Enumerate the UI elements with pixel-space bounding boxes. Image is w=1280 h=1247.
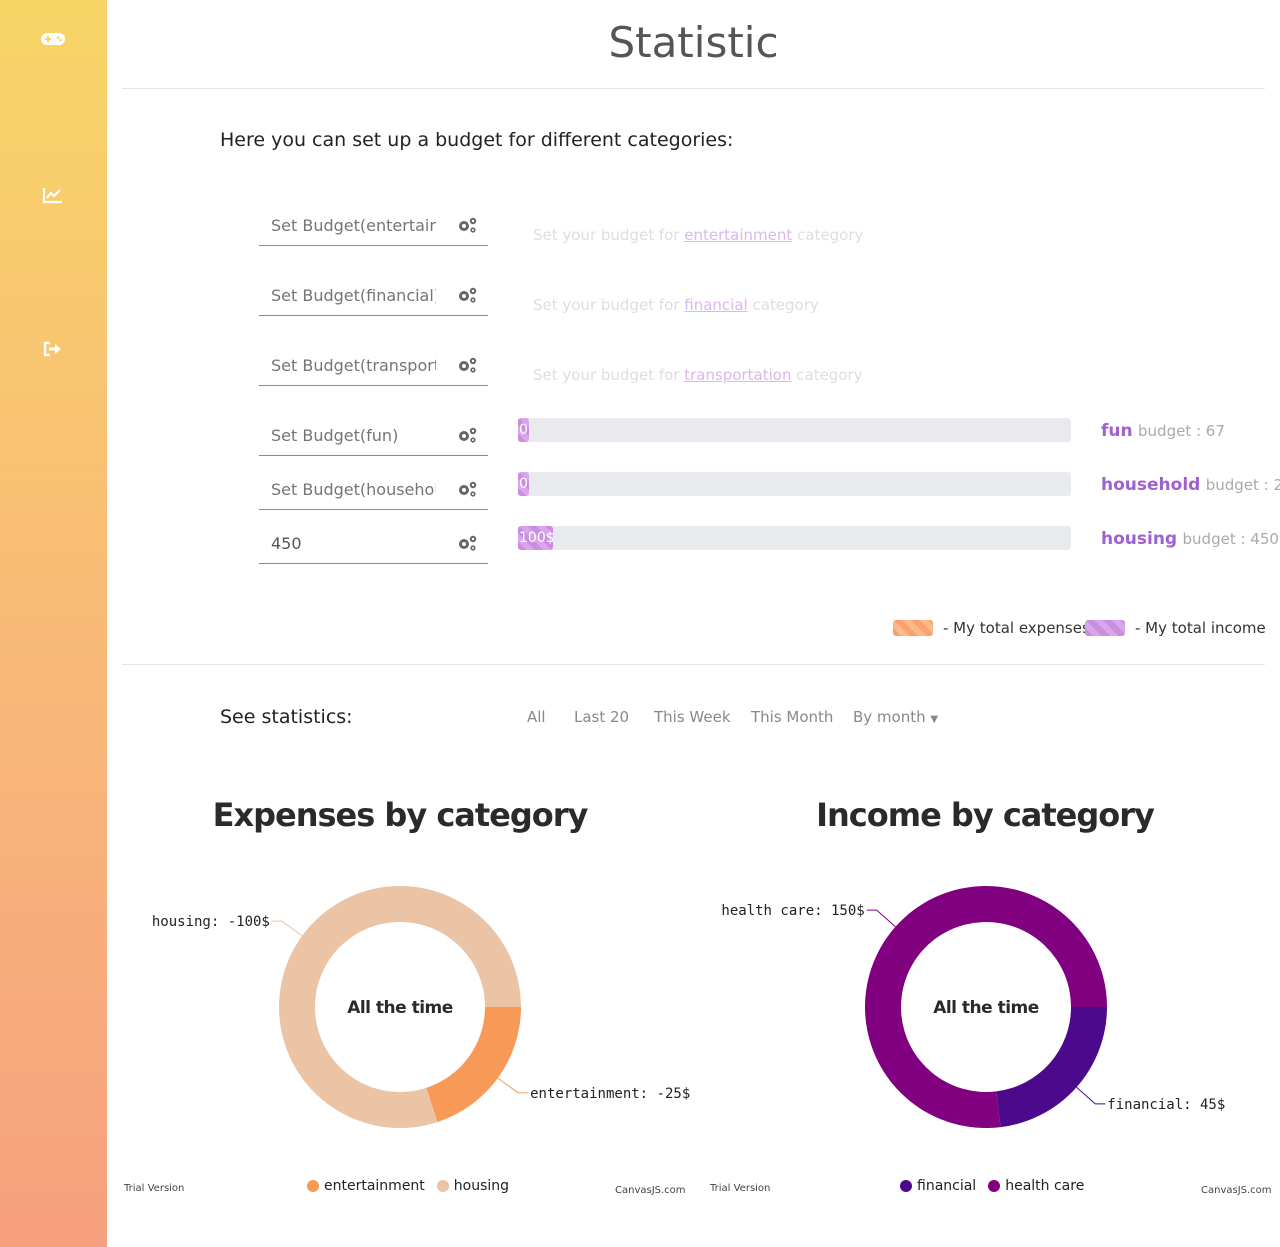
canvasjs-credit[interactable]: CanvasJS.com (1201, 1185, 1272, 1196)
dropdown-label: By month (853, 708, 926, 726)
legend-swatch (893, 620, 933, 636)
legend-dot (307, 1180, 319, 1192)
slice-label: financial: 45$ (1107, 1097, 1225, 1113)
budget-intro: Here you can set up a budget for differe… (220, 129, 734, 151)
budget-input-fun (259, 420, 488, 456)
hint-suffix: category (791, 366, 863, 384)
label-leader-line (866, 909, 896, 928)
legend-expenses: - My total expenses (893, 619, 1090, 637)
gears-icon[interactable] (456, 534, 478, 552)
legend-label: - My total income (1135, 619, 1266, 637)
doughnut-center-label: All the time (347, 998, 453, 1018)
budget-field-financial[interactable] (271, 286, 436, 305)
legend-dot (988, 1180, 1001, 1192)
budget-hint-entertainment: Set your budget for entertainment catego… (533, 226, 863, 244)
filter-this-week[interactable]: This Week (654, 708, 731, 726)
hint-category-link[interactable]: financial (684, 296, 747, 314)
category-name: housing (1101, 529, 1178, 549)
budget-field-transportation[interactable] (271, 356, 436, 375)
hint-prefix: Set your budget for (533, 366, 685, 384)
page-title: Statistic (608, 18, 779, 67)
budget-field-fun[interactable] (271, 426, 436, 445)
filter-all[interactable]: All (527, 708, 546, 726)
label-leader-line (271, 920, 303, 937)
trial-version-label: Trial Version (124, 1183, 185, 1194)
divider (122, 664, 1265, 665)
budget-input-financial (259, 280, 488, 316)
expenses-chart-title: Expenses by category (212, 796, 589, 834)
budget-progress-housing: 100$ (518, 526, 1071, 550)
budget-input-transportation (259, 350, 488, 386)
budget-progress-fun: 0 (518, 418, 1071, 442)
legend-label: - My total expenses (943, 619, 1090, 637)
gears-icon[interactable] (456, 216, 478, 234)
chart-line-icon[interactable] (40, 185, 66, 205)
income-chart-title: Income by category (816, 796, 1155, 834)
canvasjs-credit[interactable]: CanvasJS.com (615, 1185, 686, 1196)
hint-category-link[interactable]: entertainment (684, 226, 792, 244)
label-leader-line (1076, 1086, 1106, 1105)
stats-label: See statistics: (220, 706, 353, 728)
expenses-doughnut-chart: entertainment: -25$ housing: -100$ All the… (152, 886, 690, 1128)
sign-out-icon[interactable] (40, 339, 66, 359)
slice-entertainment[interactable] (426, 1007, 521, 1123)
slice-financial[interactable] (996, 1007, 1107, 1128)
progress-fill: 100$ (518, 526, 554, 550)
caret-down-icon: ▼ (930, 714, 939, 725)
filter-this-month[interactable]: This Month (751, 708, 833, 726)
budget-input-entertainment (259, 210, 488, 246)
legend-label[interactable]: financial (917, 1178, 976, 1194)
budget-input-household (259, 474, 488, 510)
hint-suffix: category (747, 296, 819, 314)
budget-amount: budget : 450 (1182, 530, 1279, 548)
hint-prefix: Set your budget for (533, 226, 685, 244)
main-content: Statistic Here you can set up a budget f… (107, 0, 1280, 1247)
budget-field-household[interactable] (271, 480, 436, 499)
hint-prefix: Set your budget for (533, 296, 685, 314)
trial-version-label: Trial Version (710, 1183, 771, 1194)
gears-icon[interactable] (456, 480, 478, 498)
doughnut-center-label: All the time (933, 998, 1039, 1018)
filter-last-20[interactable]: Last 20 (574, 708, 629, 726)
gears-icon[interactable] (456, 356, 478, 374)
legend-dot (436, 1180, 449, 1192)
sidebar (0, 0, 107, 1247)
budget-hint-transportation: Set your budget for transportation categ… (533, 366, 863, 384)
progress-fill: 0 (518, 418, 530, 442)
legend-label[interactable]: entertainment (324, 1178, 425, 1194)
gears-icon[interactable] (456, 286, 478, 304)
slice-label: health care: 150$ (721, 903, 864, 919)
category-name: household (1101, 475, 1201, 495)
hint-suffix: category (792, 226, 864, 244)
budget-label-fun: fun budget : 67 (1101, 421, 1225, 441)
gamepad-icon[interactable] (40, 29, 66, 49)
budget-field-entertainment[interactable] (271, 216, 436, 235)
gears-icon[interactable] (456, 426, 478, 444)
legend-income: - My total income (1085, 619, 1266, 637)
category-name: fun (1101, 421, 1133, 441)
progress-fill: 0 (518, 472, 530, 496)
slice-label: entertainment: -25$ (530, 1086, 690, 1102)
legend-label[interactable]: housing (454, 1178, 509, 1194)
budget-progress-household: 0 (518, 472, 1071, 496)
expenses-legend: entertainment housing (307, 1178, 509, 1194)
filter-by-month-dropdown[interactable]: By month ▼ (853, 708, 938, 726)
budget-hint-financial: Set your budget for financial category (533, 296, 819, 314)
budget-label-household: household budget : 23 (1101, 475, 1280, 495)
legend-label[interactable]: health care (1005, 1178, 1084, 1194)
legend-dot (900, 1180, 912, 1192)
income-doughnut-chart: financial: 45$ health care: 150$ All the t… (721, 886, 1225, 1128)
budget-label-housing: housing budget : 450 (1101, 529, 1279, 549)
legend-swatch (1085, 620, 1125, 636)
budget-amount: budget : 67 (1138, 422, 1225, 440)
slice-label: housing: -100$ (152, 914, 270, 930)
hint-category-link[interactable]: transportation (684, 366, 791, 384)
label-leader-line (497, 1077, 529, 1094)
budget-amount: budget : 23 (1205, 476, 1280, 494)
income-legend: financial health care (900, 1178, 1084, 1194)
budget-field-housing[interactable] (271, 534, 436, 553)
divider (122, 88, 1265, 89)
budget-input-housing (259, 528, 488, 564)
